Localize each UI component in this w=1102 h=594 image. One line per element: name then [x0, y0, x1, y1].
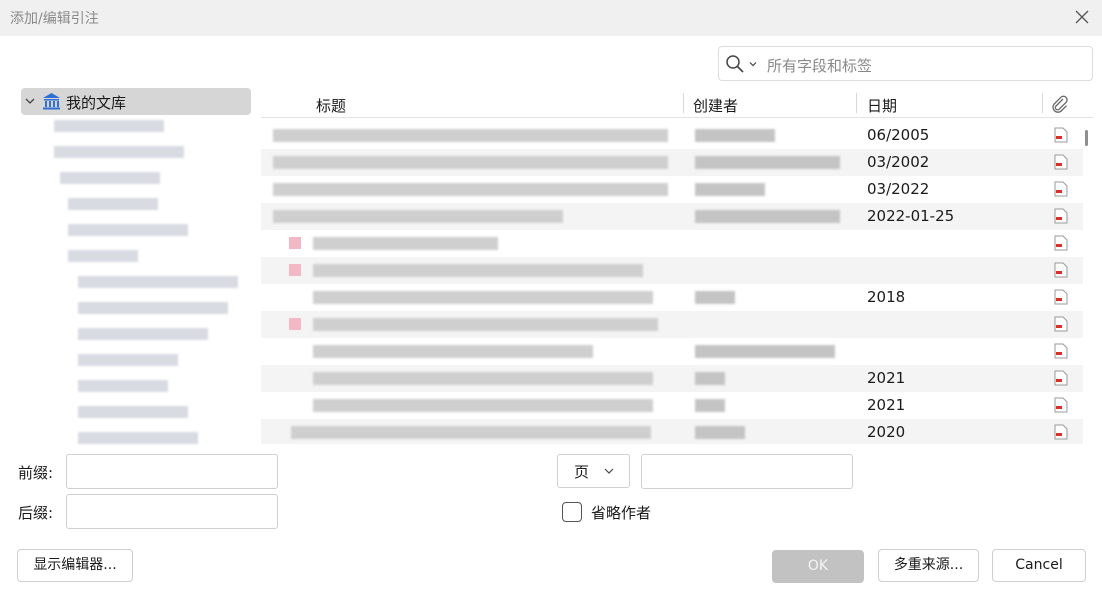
blurred-creator	[695, 183, 765, 196]
blurred-creator	[695, 372, 725, 385]
cancel-button[interactable]: Cancel	[992, 549, 1086, 582]
table-row[interactable]: 2022-01-25	[261, 203, 1083, 230]
collection-tree-blurred	[40, 118, 245, 448]
table-row[interactable]: 2020	[261, 419, 1083, 444]
pdf-icon[interactable]	[1054, 235, 1068, 251]
chevron-down-icon[interactable]	[749, 60, 757, 68]
table-row[interactable]	[261, 230, 1083, 257]
blurred-title	[273, 210, 563, 223]
pdf-icon[interactable]	[1054, 181, 1068, 197]
close-icon[interactable]	[1074, 9, 1090, 25]
column-header-title[interactable]: 标题	[316, 95, 346, 116]
date-cell: 2018	[867, 288, 906, 306]
blurred-title	[273, 129, 668, 142]
blurred-title	[313, 291, 653, 304]
item-type-icon	[289, 237, 301, 249]
date-cell: 2021	[867, 369, 906, 387]
omit-author-checkbox[interactable]	[562, 502, 582, 522]
table-row[interactable]: 2021	[261, 365, 1083, 392]
blurred-title	[313, 372, 653, 385]
blurred-title	[313, 264, 643, 277]
chevron-down-icon	[604, 468, 614, 474]
locator-select[interactable]: 页	[557, 454, 630, 488]
chevron-down-icon[interactable]	[25, 97, 35, 105]
multiple-sources-button[interactable]: 多重来源...	[878, 549, 979, 582]
table-scrollbar[interactable]	[1085, 130, 1088, 146]
tree-item-label: 我的文库	[66, 94, 127, 112]
date-cell: 06/2005	[867, 126, 930, 144]
window-title: 添加/编辑引注	[10, 11, 99, 27]
table-row[interactable]	[261, 338, 1083, 365]
blurred-title	[313, 345, 593, 358]
pdf-icon[interactable]	[1054, 397, 1068, 413]
pdf-icon[interactable]	[1054, 424, 1068, 440]
ok-button[interactable]: OK	[772, 550, 864, 583]
pdf-icon[interactable]	[1054, 154, 1068, 170]
suffix-field[interactable]	[66, 494, 278, 529]
blurred-title	[313, 318, 658, 331]
pdf-icon[interactable]	[1054, 262, 1068, 278]
blurred-creator	[695, 399, 725, 412]
blurred-title	[313, 237, 498, 250]
blurred-title	[273, 156, 668, 169]
library-icon	[43, 93, 60, 110]
date-cell: 2022-01-25	[867, 207, 955, 225]
prefix-label: 前缀:	[18, 464, 54, 482]
column-divider[interactable]	[1042, 93, 1043, 113]
title-bar: 添加/编辑引注	[0, 0, 1102, 36]
blurred-creator	[695, 210, 840, 223]
blurred-title	[273, 183, 668, 196]
show-editor-button[interactable]: 显示编辑器...	[17, 549, 133, 582]
omit-author-label[interactable]: 省略作者	[591, 502, 651, 523]
items-table[interactable]: 06/2005 03/2002 03/2022 2022-01-25 2018	[261, 122, 1083, 444]
column-divider[interactable]	[856, 93, 857, 113]
search-icon[interactable]	[725, 54, 745, 74]
table-row[interactable]	[261, 311, 1083, 338]
paperclip-icon[interactable]	[1050, 94, 1070, 114]
tree-item-my-library[interactable]: 我的文库	[21, 88, 251, 115]
pdf-icon[interactable]	[1054, 343, 1068, 359]
date-cell: 03/2022	[867, 180, 930, 198]
table-row[interactable]: 2021	[261, 392, 1083, 419]
blurred-title	[313, 399, 653, 412]
pdf-icon[interactable]	[1054, 370, 1068, 386]
pdf-icon[interactable]	[1054, 208, 1068, 224]
table-row[interactable]	[261, 257, 1083, 284]
items-table-header: 标题 创建者 日期	[261, 90, 1093, 118]
blurred-creator	[695, 426, 745, 439]
search-placeholder: 所有字段和标签	[767, 57, 873, 75]
blurred-creator	[695, 156, 840, 169]
table-row[interactable]: 03/2002	[261, 149, 1083, 176]
locator-value: 页	[574, 463, 590, 481]
prefix-field[interactable]	[66, 454, 278, 489]
column-header-date[interactable]: 日期	[867, 95, 897, 116]
column-divider[interactable]	[683, 93, 684, 113]
date-cell: 2020	[867, 423, 906, 441]
date-cell: 03/2002	[867, 153, 930, 171]
table-row[interactable]: 2018	[261, 284, 1083, 311]
column-header-creator[interactable]: 创建者	[693, 95, 738, 116]
pdf-icon[interactable]	[1054, 289, 1068, 305]
item-type-icon	[289, 264, 301, 276]
pdf-icon[interactable]	[1054, 316, 1068, 332]
blurred-creator	[695, 345, 835, 358]
blurred-title	[291, 426, 651, 439]
search-input[interactable]: 所有字段和标签	[718, 46, 1093, 81]
table-row[interactable]: 06/2005	[261, 122, 1083, 149]
blurred-creator	[695, 129, 775, 142]
suffix-label: 后缀:	[18, 504, 54, 522]
table-row[interactable]: 03/2022	[261, 176, 1083, 203]
blurred-creator	[695, 291, 735, 304]
pdf-icon[interactable]	[1054, 127, 1068, 143]
item-type-icon	[289, 318, 301, 330]
date-cell: 2021	[867, 396, 906, 414]
locator-field[interactable]	[641, 454, 853, 489]
